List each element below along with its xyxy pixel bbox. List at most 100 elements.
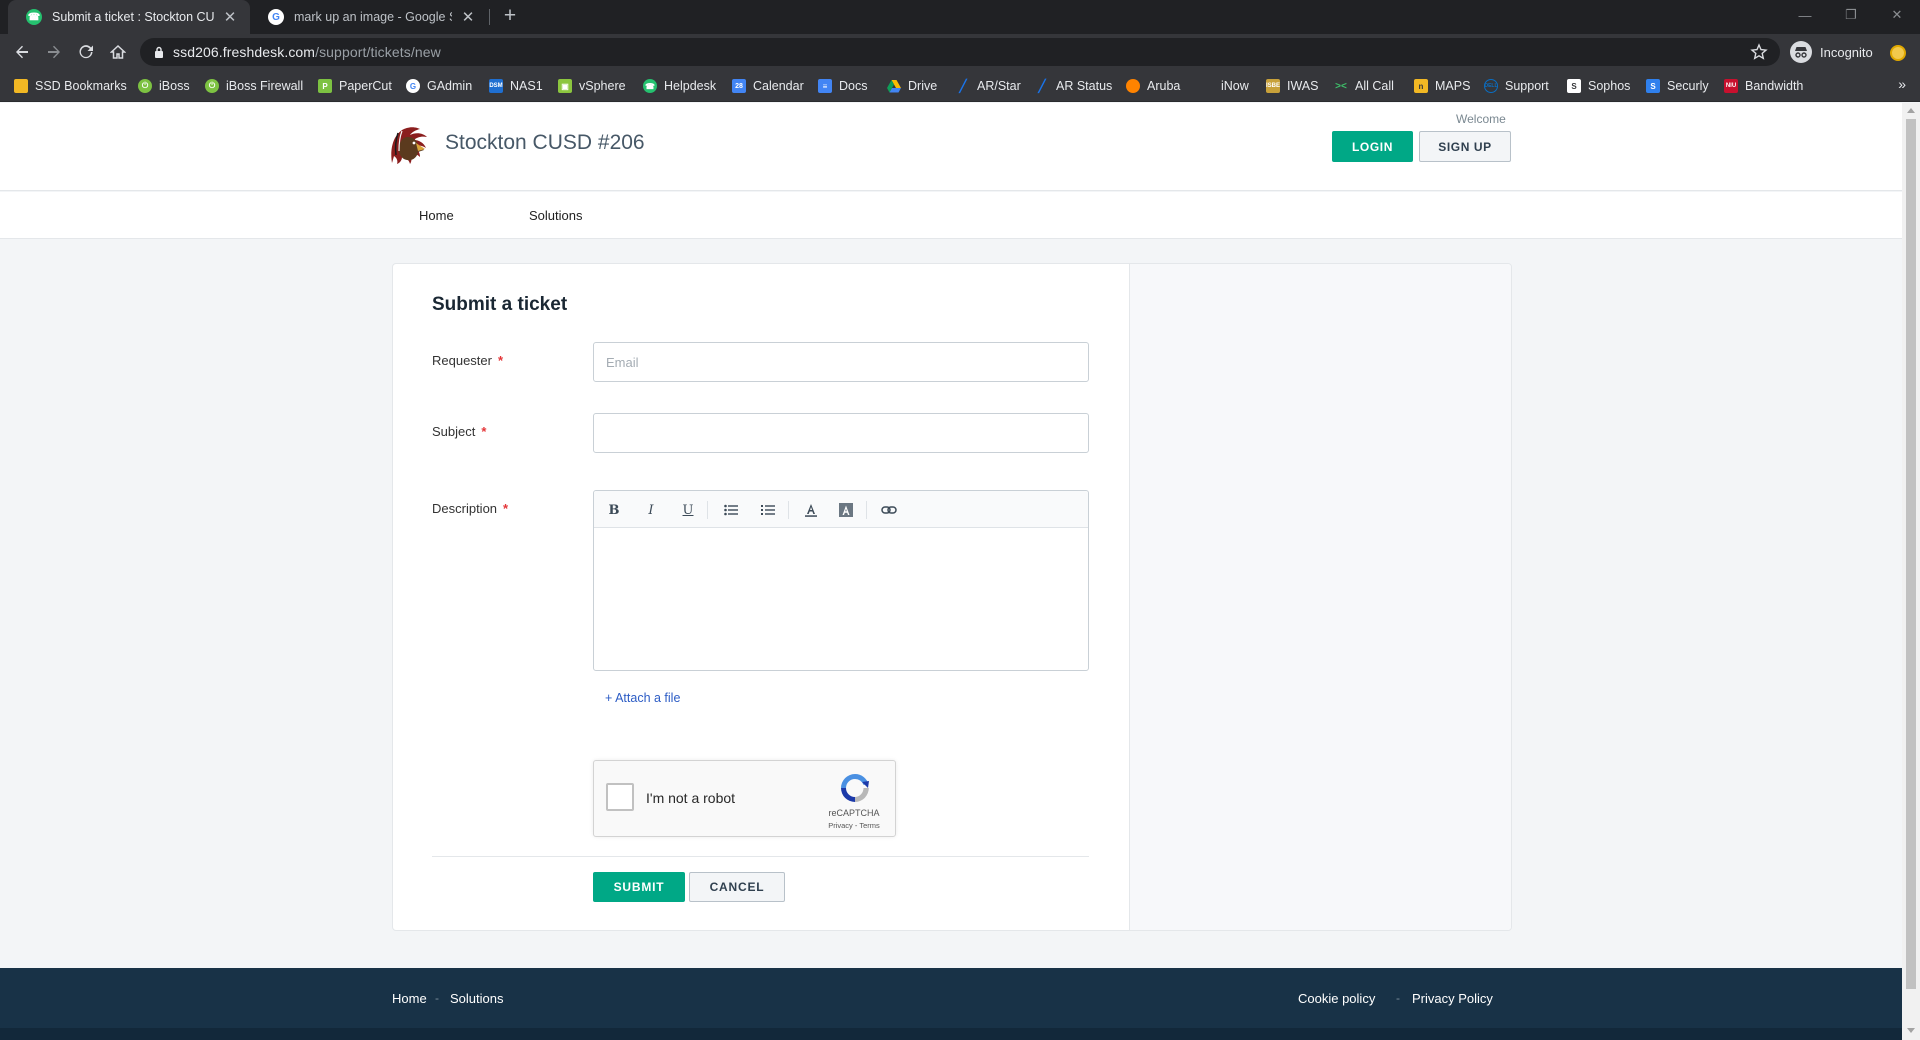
page-scrollbar[interactable] (1902, 103, 1920, 1040)
address-bar[interactable]: ssd206.freshdesk.com/support/tickets/new (140, 38, 1780, 66)
requester-email-field[interactable] (593, 342, 1089, 382)
extension-icon[interactable] (1890, 45, 1906, 61)
reload-icon[interactable] (74, 40, 98, 64)
bookmark-all-call[interactable]: >< All Call (1334, 77, 1394, 95)
submit-button[interactable]: SUBMIT (593, 872, 685, 902)
bookmark-vsphere[interactable]: ▣ vSphere (558, 77, 626, 95)
bookmark-calendar[interactable]: 28 Calendar (732, 77, 804, 95)
numbered-list-icon[interactable] (758, 500, 778, 520)
attach-file-link[interactable]: + Attach a file (605, 691, 680, 705)
requester-label: Requester * (432, 353, 504, 368)
footer-bottom-strip (0, 1028, 1902, 1040)
bookmark-gadmin[interactable]: G GAdmin (406, 77, 472, 95)
back-icon[interactable] (10, 40, 34, 64)
toolbar-separator (707, 501, 708, 519)
login-button[interactable]: LOGIN (1332, 131, 1413, 162)
incognito-label: Incognito (1820, 44, 1873, 60)
footer-privacy-policy-link[interactable]: Privacy Policy (1412, 991, 1493, 1006)
aruba-icon (1126, 79, 1140, 93)
tab-google-search[interactable]: G mark up an image - Google Sear ✕ (250, 0, 488, 34)
bookmark-docs[interactable]: ≡ Docs (818, 77, 867, 95)
recaptcha-icon (841, 774, 869, 802)
portal-brand-name[interactable]: Stockton CUSD #206 (445, 131, 645, 155)
recaptcha-widget: I'm not a robot reCAPTCHA Privacy - Term… (593, 760, 896, 837)
footer-home-link[interactable]: Home (392, 991, 427, 1006)
niu-icon: NIU (1724, 79, 1738, 93)
bullet-list-icon[interactable] (721, 500, 741, 520)
bookmarks-overflow-icon[interactable]: » (1898, 76, 1906, 92)
scrollbar-thumb[interactable] (1906, 119, 1916, 989)
bookmark-securly[interactable]: S Securly (1646, 77, 1709, 95)
papercut-icon: P (318, 79, 332, 93)
italic-button[interactable]: I (641, 500, 661, 520)
tab-submit-ticket[interactable]: ☎ Submit a ticket : Stockton CUSD ✕ (8, 0, 250, 34)
required-marker: * (497, 353, 504, 368)
bookmark-sophos[interactable]: S Sophos (1567, 77, 1630, 95)
footer-cookie-policy-link[interactable]: Cookie policy (1298, 991, 1375, 1006)
background-color-icon[interactable] (836, 500, 856, 520)
signup-button[interactable]: SIGN UP (1419, 131, 1511, 162)
close-icon[interactable]: ✕ (222, 8, 238, 26)
subject-label: Subject * (432, 424, 487, 439)
bold-button[interactable]: B (604, 500, 624, 520)
power-icon: ⏻ (205, 79, 219, 93)
tab-title: mark up an image - Google Sear (294, 10, 452, 24)
new-tab-button[interactable]: + (498, 5, 522, 29)
required-marker: * (503, 501, 509, 516)
close-icon[interactable]: ✕ (460, 8, 476, 26)
bookmark-helpdesk[interactable]: ☎ Helpdesk (643, 77, 716, 95)
window-close-icon[interactable]: ✕ (1874, 0, 1920, 30)
subject-field[interactable] (593, 413, 1089, 453)
footer-separator: - (1396, 991, 1400, 1005)
minimize-icon[interactable]: — (1782, 0, 1828, 30)
maps-icon: n (1414, 79, 1428, 93)
bookmark-iboss-firewall[interactable]: ⏻ iBoss Firewall (205, 77, 303, 95)
font-color-icon[interactable] (801, 500, 821, 520)
bookmark-iboss[interactable]: ⏻ iBoss (138, 77, 190, 95)
footer-solutions-link[interactable]: Solutions (450, 991, 503, 1006)
forward-icon[interactable] (42, 40, 66, 64)
bookmark-support[interactable]: DELL Support (1484, 77, 1549, 95)
incognito-profile[interactable]: Incognito (1790, 38, 1873, 66)
bookmark-drive[interactable]: Drive (887, 77, 937, 95)
bookmark-ssd-bookmarks[interactable]: SSD Bookmarks (14, 77, 127, 95)
bookmark-iwas[interactable]: ISBE IWAS (1266, 77, 1318, 95)
restore-icon[interactable]: ❐ (1828, 0, 1874, 30)
link-icon[interactable] (879, 500, 899, 520)
welcome-text: Welcome (1456, 112, 1506, 126)
securly-icon: S (1646, 79, 1660, 93)
bookmark-star-icon[interactable] (1750, 43, 1768, 61)
home-icon[interactable] (106, 40, 130, 64)
bookmark-nas1[interactable]: DSM NAS1 (489, 77, 543, 95)
cancel-button[interactable]: CANCEL (689, 872, 785, 902)
arstar-icon: ╱ (1038, 79, 1046, 93)
recaptcha-privacy-terms[interactable]: Privacy - Terms (822, 821, 886, 830)
browser-tab-strip: ☎ Submit a ticket : Stockton CUSD ✕ G ma… (0, 0, 1920, 34)
description-textarea[interactable] (594, 529, 1088, 670)
recaptcha-checkbox[interactable] (606, 783, 634, 811)
browser-toolbar: ssd206.freshdesk.com/support/tickets/new… (0, 34, 1920, 70)
bookmark-arstar[interactable]: ╱ AR/Star (956, 77, 1020, 95)
scroll-up-icon[interactable] (1907, 108, 1915, 113)
bookmark-ar-status[interactable]: ╱ AR Status (1035, 77, 1112, 95)
bookmark-maps[interactable]: n MAPS (1414, 77, 1470, 95)
google-icon: G (406, 79, 420, 93)
dell-icon: DELL (1484, 79, 1498, 93)
folder-icon (14, 79, 28, 93)
bookmark-bandwidth[interactable]: NIU Bandwidth (1724, 77, 1803, 95)
calendar-icon: 28 (732, 79, 746, 93)
underline-button[interactable]: U (678, 500, 698, 520)
blank-icon (1200, 79, 1214, 93)
bookmark-inow[interactable]: iNow (1200, 77, 1249, 95)
description-editor: B I U (593, 490, 1089, 671)
toolbar-separator (866, 501, 867, 519)
bookmark-papercut[interactable]: P PaperCut (318, 77, 392, 95)
scroll-down-icon[interactable] (1907, 1028, 1915, 1033)
nav-home-link[interactable]: Home (419, 208, 454, 223)
arstar-icon: ╱ (959, 79, 967, 93)
nav-solutions-link[interactable]: Solutions (529, 208, 582, 223)
bookmark-aruba[interactable]: Aruba (1126, 77, 1180, 95)
incognito-icon (1790, 41, 1812, 63)
portal-navbar: Home Solutions (0, 192, 1902, 239)
lock-icon (155, 46, 163, 58)
